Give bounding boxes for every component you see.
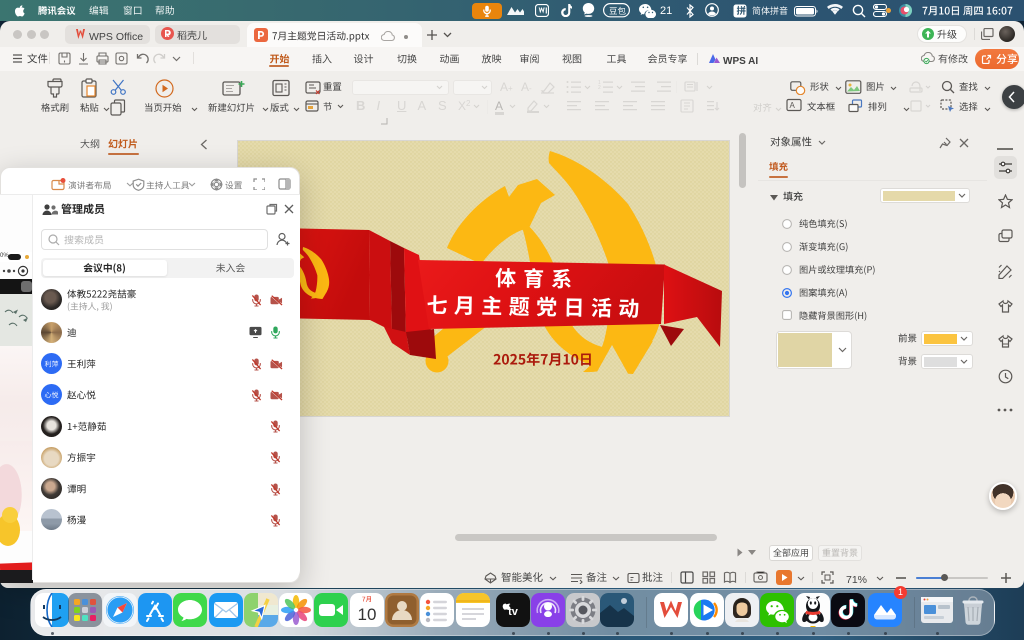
svg-text:2: 2 — [598, 85, 601, 91]
svg-text:A: A — [790, 101, 796, 110]
svg-text:10: 10 — [358, 605, 377, 624]
